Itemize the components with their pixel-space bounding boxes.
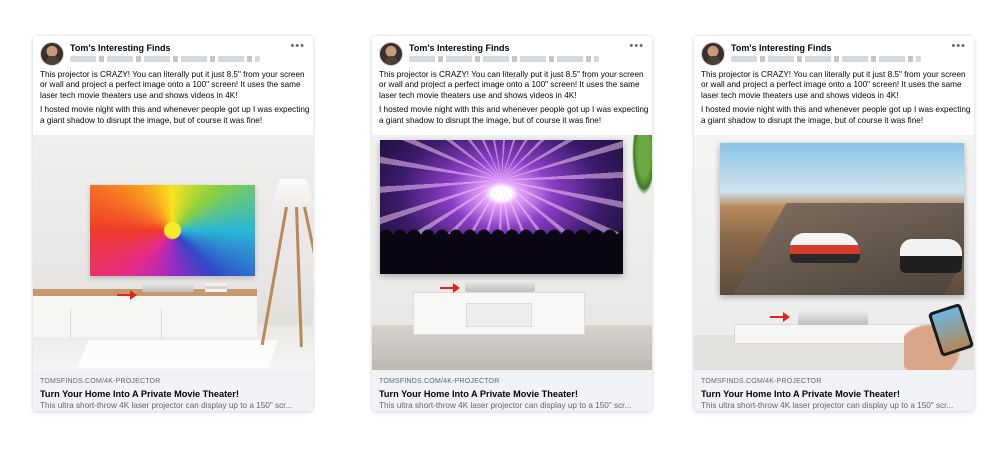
more-options-icon[interactable]: ••• [951, 40, 966, 52]
ad-image[interactable] [694, 135, 974, 370]
ad-card: Tom's Interesting Finds ••• This project… [372, 36, 652, 411]
ad-card: Tom's Interesting Finds ••• This project… [694, 36, 974, 411]
projector-device [798, 310, 868, 325]
post-paragraph: This projector is CRAZY! You can literal… [40, 70, 305, 100]
sponsored-meta-redacted [70, 56, 260, 62]
link-preview[interactable]: TOMSFINDS.COM/4K-PROJECTOR Turn Your Hom… [694, 370, 974, 411]
link-domain: TOMSFINDS.COM/4K-PROJECTOR [40, 378, 161, 385]
post-paragraph: I hosted movie night with this and whene… [701, 105, 971, 125]
ad-image[interactable] [33, 135, 313, 370]
page-avatar[interactable] [701, 42, 725, 66]
link-headline[interactable]: Turn Your Home Into A Private Movie Thea… [379, 389, 578, 399]
tv-console [33, 289, 257, 338]
page-name[interactable]: Tom's Interesting Finds [409, 43, 509, 53]
projected-rose-image [90, 185, 255, 276]
post-paragraph: I hosted movie night with this and whene… [40, 105, 310, 125]
post-paragraph: This projector is CRAZY! You can literal… [701, 70, 966, 100]
link-description: This ultra short-throw 4K laser projecto… [379, 401, 632, 410]
page-name[interactable]: Tom's Interesting Finds [70, 43, 170, 53]
ad-image[interactable] [372, 135, 652, 370]
projected-racing-game-image [720, 143, 964, 295]
link-preview[interactable]: TOMSFINDS.COM/4K-PROJECTOR Turn Your Hom… [372, 370, 652, 411]
projector-device [465, 280, 535, 292]
post-paragraph: This projector is CRAZY! You can literal… [379, 70, 644, 100]
link-description: This ultra short-throw 4K laser projecto… [701, 401, 954, 410]
page-avatar[interactable] [40, 42, 64, 66]
post-text: This projector is CRAZY! You can literal… [40, 70, 310, 126]
post-header: Tom's Interesting Finds ••• [379, 40, 646, 68]
link-headline[interactable]: Turn Your Home Into A Private Movie Thea… [40, 389, 239, 399]
tv-console [413, 292, 585, 335]
post-text: This projector is CRAZY! You can literal… [379, 70, 649, 126]
red-arrow-icon [770, 312, 790, 322]
post-header: Tom's Interesting Finds ••• [701, 40, 968, 68]
post-text: This projector is CRAZY! You can literal… [701, 70, 971, 126]
ad-card: Tom's Interesting Finds ••• This project… [33, 36, 313, 411]
sponsored-meta-redacted [409, 56, 599, 62]
post-paragraph: I hosted movie night with this and whene… [379, 105, 649, 125]
plant [632, 135, 652, 195]
projected-concert-image [380, 140, 623, 274]
red-arrow-icon [440, 283, 460, 293]
more-options-icon[interactable]: ••• [629, 40, 644, 52]
post-header: Tom's Interesting Finds ••• [40, 40, 307, 68]
link-domain: TOMSFINDS.COM/4K-PROJECTOR [379, 378, 500, 385]
page-avatar[interactable] [379, 42, 403, 66]
link-domain: TOMSFINDS.COM/4K-PROJECTOR [701, 378, 822, 385]
sponsored-meta-redacted [731, 56, 921, 62]
page-name[interactable]: Tom's Interesting Finds [731, 43, 831, 53]
red-arrow-icon [117, 290, 137, 300]
projector-device [142, 283, 194, 292]
more-options-icon[interactable]: ••• [290, 40, 305, 52]
link-headline[interactable]: Turn Your Home Into A Private Movie Thea… [701, 389, 900, 399]
link-description: This ultra short-throw 4K laser projecto… [40, 401, 293, 410]
link-preview[interactable]: TOMSFINDS.COM/4K-PROJECTOR Turn Your Hom… [33, 370, 313, 411]
